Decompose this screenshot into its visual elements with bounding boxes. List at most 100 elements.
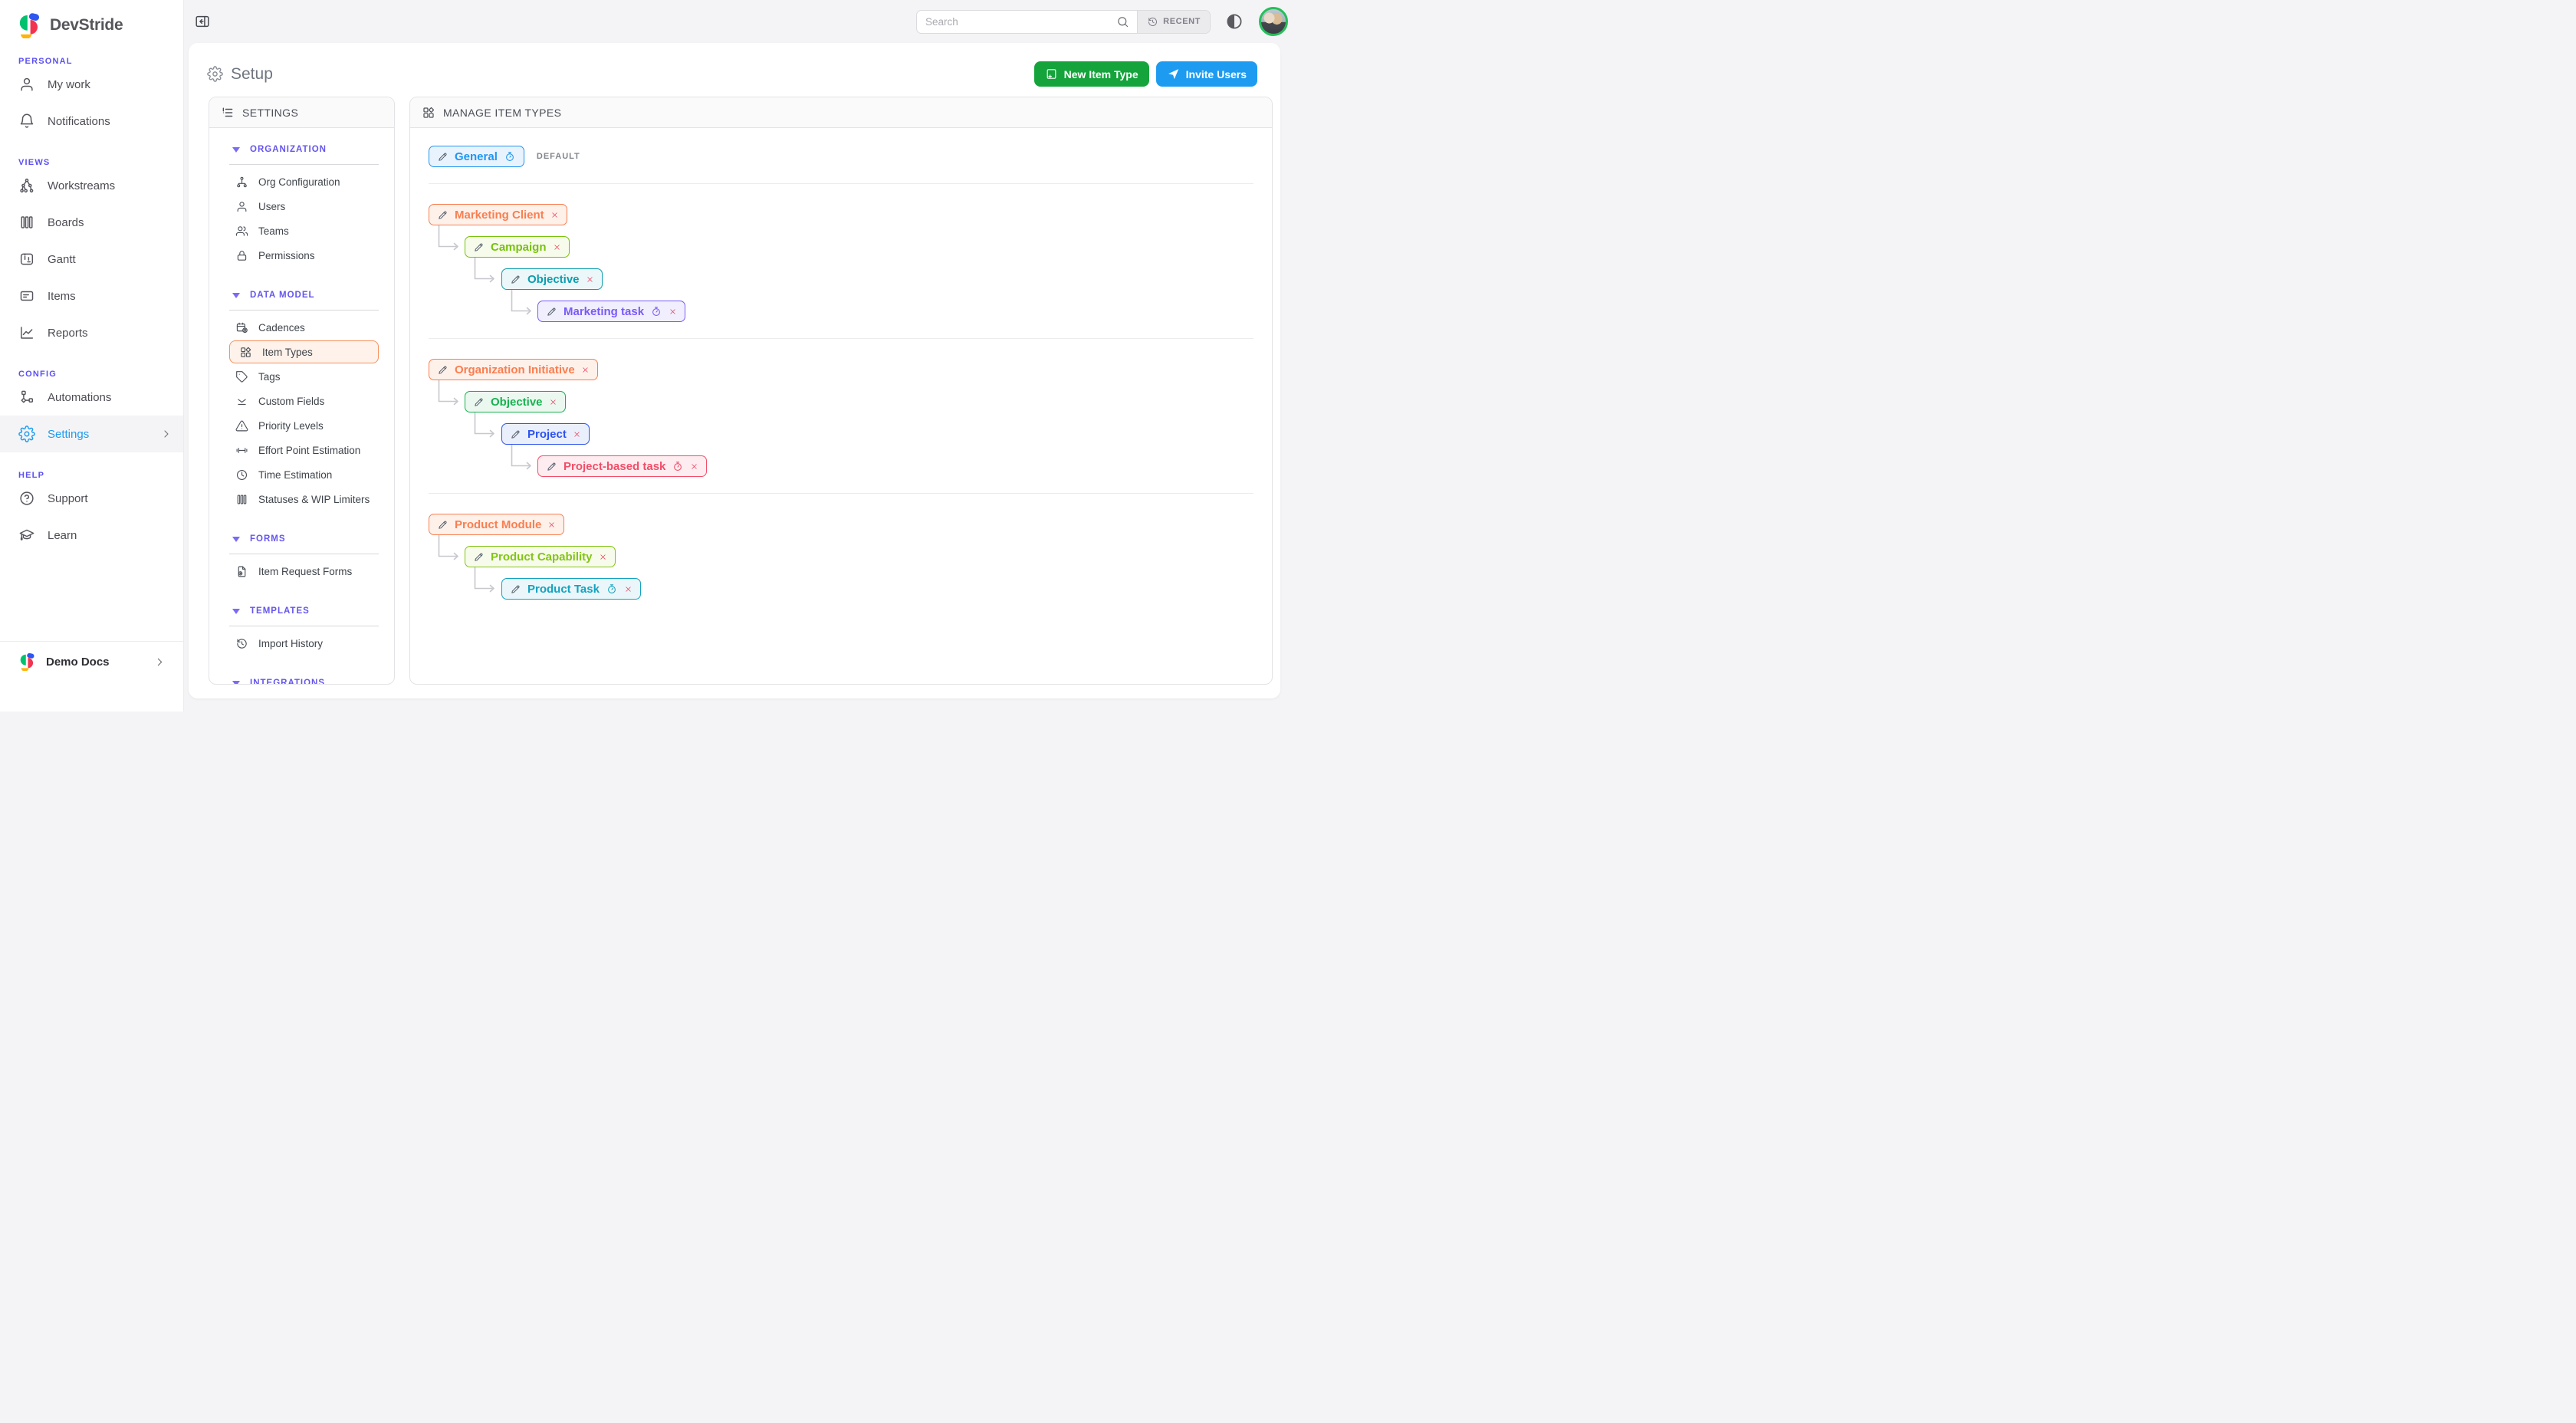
item-type-pill-product-capability[interactable]: Product Capability — [465, 546, 616, 567]
close-icon[interactable] — [549, 398, 557, 406]
pencil-icon[interactable] — [473, 396, 485, 408]
help-circle-icon — [18, 490, 35, 507]
pencil-icon[interactable] — [510, 583, 521, 595]
settings-list: ORGANIZATION Org Configuration Users — [209, 128, 394, 684]
boards-columns-icon — [18, 214, 35, 231]
settings-item-item-types[interactable]: Item Types — [229, 340, 379, 363]
triangle-down-icon — [232, 147, 240, 153]
pencil-icon[interactable] — [437, 364, 449, 376]
sidebar-item-label: Notifications — [48, 115, 110, 128]
settings-item-teams[interactable]: Teams — [209, 219, 394, 243]
item-type-label: Product Task — [527, 583, 600, 596]
sidebar-item-support[interactable]: Support — [0, 480, 183, 517]
section-toggle[interactable]: ORGANIZATION — [209, 140, 394, 159]
sidebar-item-automations[interactable]: Automations — [0, 379, 183, 416]
pencil-icon[interactable] — [546, 306, 557, 317]
sidebar-item-notifications[interactable]: Notifications — [0, 103, 183, 140]
item-type-label: Objective — [491, 396, 543, 409]
item-label: Permissions — [258, 250, 315, 261]
search-input[interactable] — [917, 11, 1116, 33]
sidebar-item-workstreams[interactable]: Workstreams — [0, 167, 183, 204]
content-panels: SETTINGS ORGANIZATION Org Configuration — [189, 87, 1280, 698]
brand-logo[interactable]: DevStride — [0, 0, 183, 38]
section-toggle[interactable]: FORMS — [209, 530, 394, 548]
invite-users-button[interactable]: Invite Users — [1156, 61, 1257, 87]
workstreams-tree-icon — [18, 177, 35, 194]
history-clock-icon — [235, 637, 248, 650]
settings-item-priority-levels[interactable]: Priority Levels — [209, 413, 394, 438]
section-label: INTEGRATIONS — [250, 679, 325, 684]
lock-icon — [235, 249, 248, 262]
close-icon[interactable] — [547, 521, 556, 529]
close-icon[interactable] — [553, 243, 561, 251]
close-icon[interactable] — [690, 462, 698, 471]
tree-connector — [474, 412, 501, 443]
settings-item-permissions[interactable]: Permissions — [209, 243, 394, 268]
user-avatar[interactable] — [1259, 7, 1288, 36]
pencil-icon[interactable] — [473, 242, 485, 253]
tree-connector — [511, 290, 538, 320]
section-toggle[interactable]: DATA MODEL — [209, 286, 394, 304]
sidebar-item-settings[interactable]: Settings — [0, 416, 183, 452]
close-icon[interactable] — [573, 430, 581, 439]
sidebar-item-learn[interactable]: Learn — [0, 517, 183, 554]
new-item-type-button[interactable]: New Item Type — [1034, 61, 1149, 87]
item-type-pill-project[interactable]: Project — [501, 423, 590, 445]
settings-item-users[interactable]: Users — [209, 194, 394, 219]
settings-item-org-configuration[interactable]: Org Configuration — [209, 169, 394, 194]
item-type-pill-general[interactable]: General — [429, 146, 524, 167]
section-toggle[interactable]: TEMPLATES — [209, 602, 394, 620]
sidebar-item-label: Workstreams — [48, 179, 115, 192]
pencil-icon[interactable] — [437, 209, 449, 221]
settings-item-time-estimation[interactable]: Time Estimation — [209, 462, 394, 487]
item-type-pill-project-based-task[interactable]: Project-based task — [537, 455, 707, 477]
item-type-pill-objective-2[interactable]: Objective — [465, 391, 566, 412]
section-toggle[interactable]: INTEGRATIONS — [209, 674, 394, 684]
sidebar-collapse-button[interactable] — [194, 13, 211, 30]
close-icon[interactable] — [550, 211, 559, 219]
item-type-pill-organization-initiative[interactable]: Organization Initiative — [429, 359, 598, 380]
theme-contrast-toggle[interactable] — [1225, 12, 1244, 31]
item-label: Users — [258, 201, 285, 212]
close-icon[interactable] — [624, 585, 632, 593]
settings-item-statuses-wip-limiters[interactable]: Statuses & WIP Limiters — [209, 487, 394, 511]
item-types-grid-icon — [422, 106, 435, 120]
item-type-pill-objective[interactable]: Objective — [501, 268, 603, 290]
settings-item-effort-point-estimation[interactable]: Effort Point Estimation — [209, 438, 394, 462]
warning-triangle-icon — [235, 419, 248, 432]
settings-item-custom-fields[interactable]: Custom Fields — [209, 389, 394, 413]
close-icon[interactable] — [586, 275, 594, 284]
settings-item-cadences[interactable]: Cadences — [209, 315, 394, 340]
pencil-icon[interactable] — [437, 151, 449, 163]
item-type-pill-campaign[interactable]: Campaign — [465, 236, 570, 258]
sidebar-item-gantt[interactable]: Gantt — [0, 241, 183, 278]
close-icon[interactable] — [669, 307, 677, 316]
close-icon[interactable] — [599, 553, 607, 561]
sidebar-footer: Demo Docs — [0, 641, 183, 712]
item-type-label: Objective — [527, 273, 580, 286]
item-type-pill-product-module[interactable]: Product Module — [429, 514, 564, 535]
sidebar-section-help: HELP — [0, 471, 183, 480]
search-icon[interactable] — [1116, 11, 1137, 33]
sidebar-item-my-work[interactable]: My work — [0, 66, 183, 103]
pencil-icon[interactable] — [546, 461, 557, 472]
settings-item-import-history[interactable]: Import History — [209, 631, 394, 656]
pencil-icon[interactable] — [510, 429, 521, 440]
divider — [229, 164, 379, 165]
close-icon[interactable] — [581, 366, 590, 374]
pencil-icon[interactable] — [510, 274, 521, 285]
org-switcher[interactable]: Demo Docs — [18, 652, 166, 671]
sidebar-item-boards[interactable]: Boards — [0, 204, 183, 241]
item-type-pill-marketing-task[interactable]: Marketing task — [537, 301, 685, 322]
item-label: Teams — [258, 225, 289, 237]
settings-item-tags[interactable]: Tags — [209, 364, 394, 389]
pencil-icon[interactable] — [437, 519, 449, 531]
settings-item-item-request-forms[interactable]: Item Request Forms — [209, 559, 394, 583]
sidebar-item-reports[interactable]: Reports — [0, 314, 183, 351]
recent-button[interactable]: RECENT — [1137, 11, 1210, 33]
item-type-pill-product-task[interactable]: Product Task — [501, 578, 641, 600]
pencil-icon[interactable] — [473, 551, 485, 563]
item-label: Item Types — [262, 347, 313, 358]
sidebar-item-items[interactable]: Items — [0, 278, 183, 314]
item-type-pill-marketing-client[interactable]: Marketing Client — [429, 204, 567, 225]
